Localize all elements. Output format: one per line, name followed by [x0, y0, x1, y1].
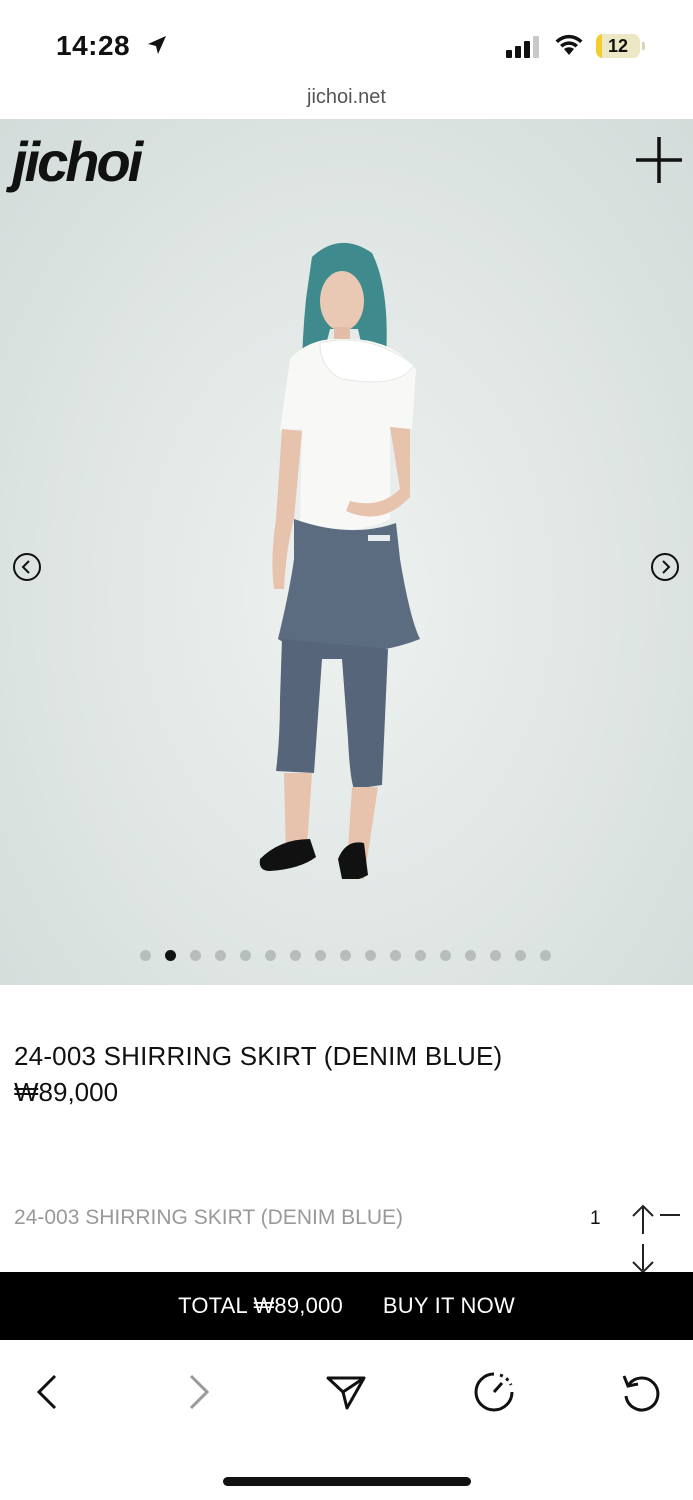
home-indicator[interactable] — [223, 1477, 471, 1486]
speed-button[interactable] — [470, 1368, 518, 1416]
quantity-increase-icon[interactable] — [630, 1202, 656, 1234]
carousel-dot[interactable] — [365, 950, 376, 961]
carousel-dot[interactable] — [515, 950, 526, 961]
carousel-dot[interactable] — [415, 950, 426, 961]
speed-icon — [474, 1372, 514, 1412]
carousel-dot[interactable] — [165, 950, 176, 961]
quantity-decrease-icon[interactable] — [630, 1244, 656, 1274]
buy-now-button[interactable]: BUY IT NOW — [383, 1293, 515, 1319]
quantity-value[interactable]: 1 — [590, 1208, 601, 1230]
signal-icon — [506, 36, 539, 58]
status-time: 14:28 — [56, 30, 131, 61]
carousel-dot[interactable] — [390, 950, 401, 961]
product-price: ₩89,000 — [14, 1077, 119, 1107]
carousel-dot[interactable] — [465, 950, 476, 961]
carousel-dot[interactable] — [140, 950, 151, 961]
location-arrow-icon — [148, 36, 166, 54]
carousel-dot[interactable] — [240, 950, 251, 961]
browser-toolbar — [0, 1340, 693, 1500]
reload-icon — [622, 1375, 660, 1412]
arrow-left-circle-icon[interactable] — [12, 552, 42, 582]
carousel-dot[interactable] — [340, 950, 351, 961]
share-send-icon — [326, 1376, 366, 1410]
status-bar: 14:28 12 — [0, 0, 693, 90]
plus-icon[interactable] — [634, 135, 684, 185]
address-bar-url[interactable]: jichoi.net — [0, 86, 693, 109]
product-image-carousel[interactable]: jichoi — [0, 119, 693, 985]
quantity-remove-icon[interactable] — [660, 1214, 680, 1216]
share-button[interactable] — [322, 1368, 370, 1416]
selected-option-name: 24-003 SHIRRING SKIRT (DENIM BLUE) — [14, 1206, 403, 1229]
carousel-pagination[interactable] — [140, 950, 551, 961]
carousel-dot[interactable] — [540, 950, 551, 961]
carousel-dot[interactable] — [290, 950, 301, 961]
total-price: TOTAL ₩89,000 — [178, 1293, 343, 1318]
arrow-right-circle-icon[interactable] — [650, 552, 680, 582]
carousel-dot[interactable] — [190, 950, 201, 961]
carousel-dot[interactable] — [440, 950, 451, 961]
purchase-bar: TOTAL ₩89,000 BUY IT NOW — [0, 1272, 693, 1340]
carousel-dot[interactable] — [315, 950, 326, 961]
reload-button[interactable] — [618, 1368, 666, 1416]
site-logo[interactable]: jichoi — [12, 129, 143, 194]
battery-indicator: 12 — [596, 34, 640, 58]
back-icon — [36, 1374, 57, 1410]
forward-icon — [189, 1374, 210, 1410]
product-title: 24-003 SHIRRING SKIRT (DENIM BLUE) — [14, 1041, 503, 1071]
wifi-icon — [555, 34, 583, 55]
carousel-dot[interactable] — [215, 950, 226, 961]
forward-button[interactable] — [174, 1368, 222, 1416]
carousel-dot[interactable] — [490, 950, 501, 961]
carousel-dot[interactable] — [265, 950, 276, 961]
back-button[interactable] — [24, 1368, 72, 1416]
product-photo-model — [259, 242, 420, 879]
